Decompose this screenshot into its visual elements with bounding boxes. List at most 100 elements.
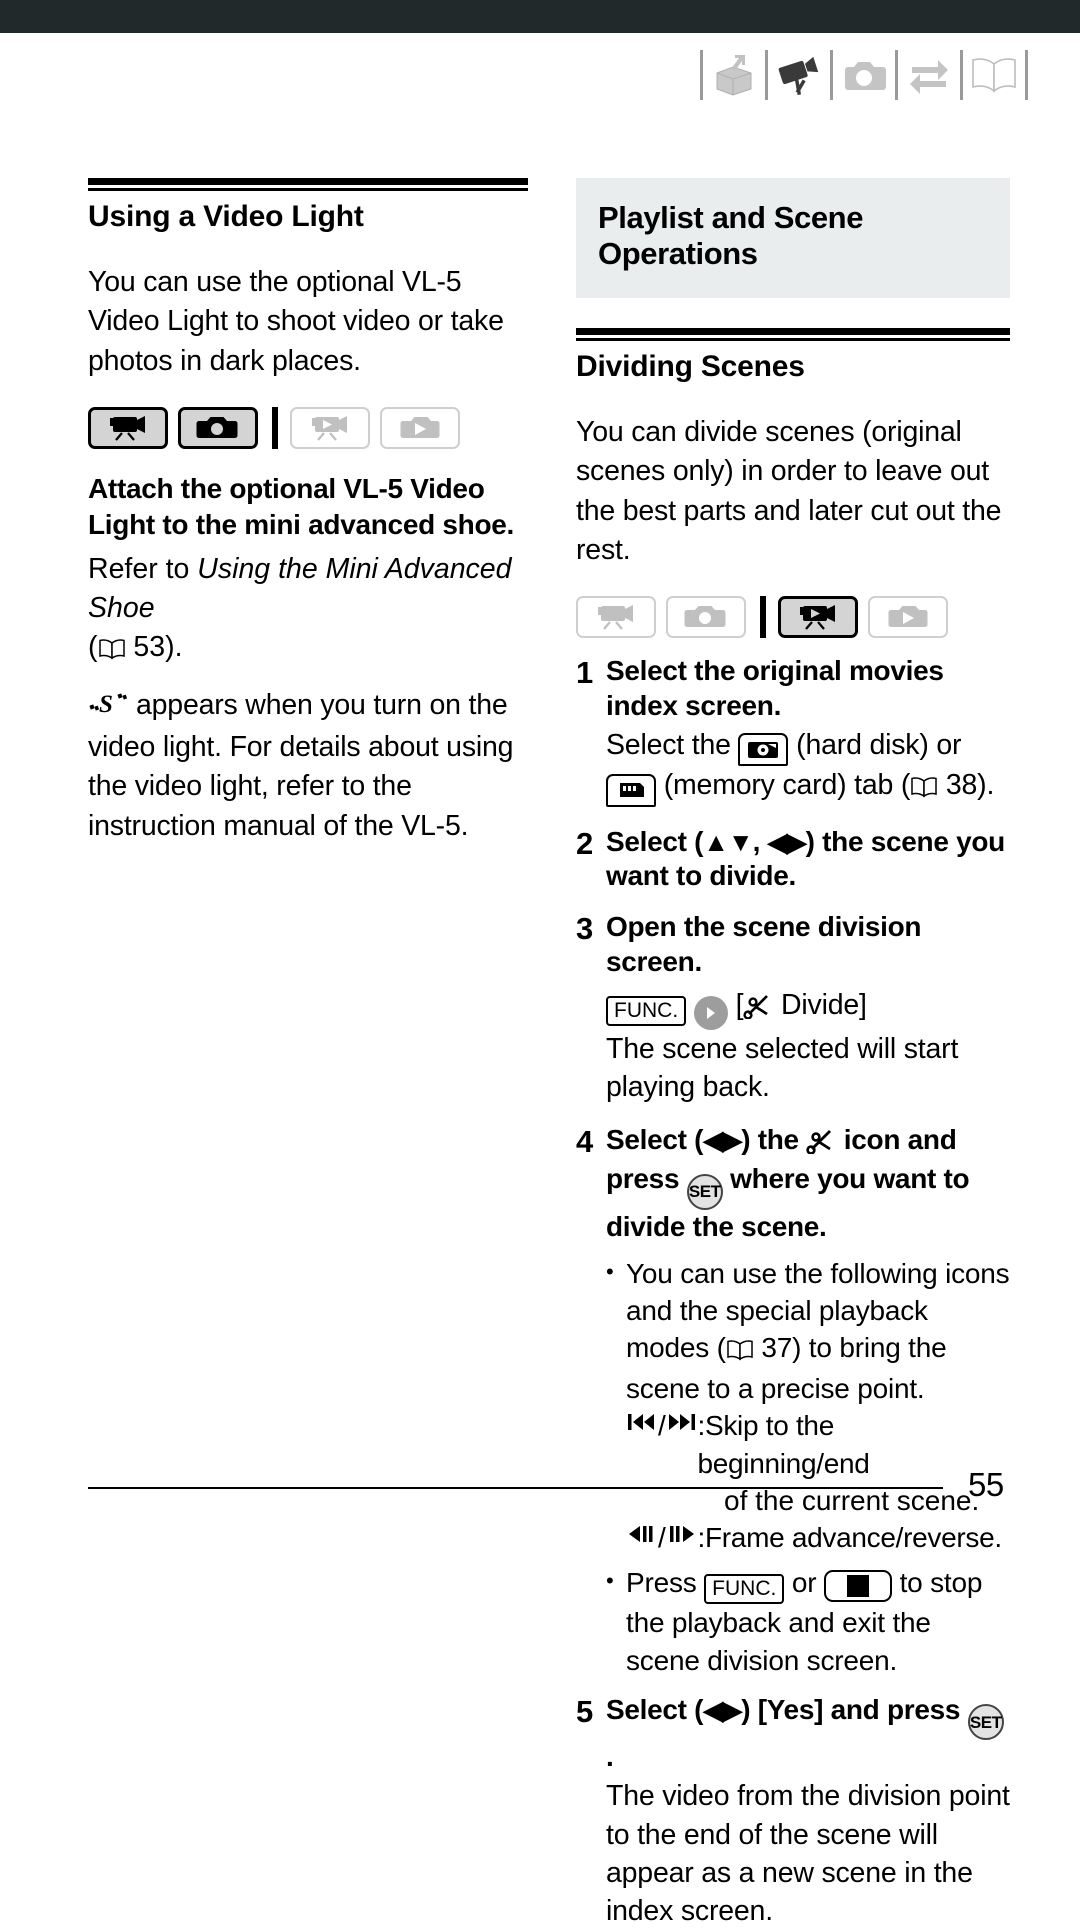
step-5-body: The video from the division point to the… xyxy=(606,1780,1010,1928)
scissors-divide-icon xyxy=(743,991,773,1029)
separator xyxy=(1025,50,1028,100)
step-1-body-part1: Select the xyxy=(606,728,739,761)
bullet-2-part2: or xyxy=(784,1567,824,1599)
step-3-command: FUNC. [ Divide] xyxy=(606,986,1010,1030)
step-title: Select (◀▶) [Yes] and press SET. xyxy=(606,1693,1010,1775)
step-title: Open the scene division screen. xyxy=(606,911,922,977)
step-2: 2 Select (▲▼, ◀▶) the scene you want to … xyxy=(576,825,1010,894)
right-column: Playlist and Scene Operations Dividing S… xyxy=(576,178,1010,1931)
video-light-note: S appears when you turn on the video lig… xyxy=(88,686,528,846)
skip-forward-icon xyxy=(667,1407,697,1481)
step-1-body-part2: (hard disk) or xyxy=(788,728,962,761)
step-number: 4 xyxy=(576,1123,594,1159)
slash-2: / xyxy=(658,1522,666,1554)
page-number: 55 xyxy=(968,1466,1004,1503)
frame-reverse-icon xyxy=(626,1519,656,1556)
step-4-part2: ) the xyxy=(741,1123,807,1155)
skip-back-icon xyxy=(626,1407,656,1481)
step-2-part1: Select ( xyxy=(606,825,704,857)
photo-playback-mode-icon xyxy=(868,596,948,639)
step-1-body: Select the (hard disk) or (memory card) … xyxy=(606,726,1010,809)
stop-square-icon xyxy=(846,1575,869,1598)
page-title: Using a Video Light xyxy=(88,200,364,233)
camcorder-icon xyxy=(768,47,830,103)
skip-control-line: / :Skip to the beginning/end xyxy=(626,1407,1010,1481)
bullet-1-page-number: 37 xyxy=(761,1331,793,1363)
func-button[interactable]: FUNC. xyxy=(704,1574,785,1605)
func-button[interactable]: FUNC. xyxy=(606,995,687,1026)
step-1: 1 Select the original movies index scree… xyxy=(576,654,1010,723)
movie-playback-mode-icon xyxy=(290,406,370,449)
top-black-bar xyxy=(0,0,1080,33)
section-title: Dividing Scenes xyxy=(576,350,805,383)
refer-page-number: 53 xyxy=(133,631,166,664)
divide-label: Divide xyxy=(781,988,860,1021)
step-4: 4 Select (◀▶) the icon and press SET whe… xyxy=(576,1123,1010,1245)
step-5: 5 Select (◀▶) [Yes] and press SET. xyxy=(576,1693,1010,1775)
left-right-arrows-icon: ◀▶ xyxy=(703,1694,742,1725)
refer-open-paren: ( xyxy=(88,631,98,664)
stop-button[interactable] xyxy=(823,1570,892,1603)
refer-close: ). xyxy=(165,631,183,664)
step-1-body-part3: (memory card) tab ( xyxy=(656,769,911,802)
mode-icon-row xyxy=(576,596,1010,639)
unpacking-box-icon xyxy=(703,47,765,103)
bullet-2-part1: Press xyxy=(626,1567,705,1599)
mode-divider xyxy=(272,406,278,449)
bracket-close: ] xyxy=(859,988,867,1021)
intro-paragraph: You can divide scenes (original scenes o… xyxy=(576,416,1002,566)
movie-record-mode-icon xyxy=(576,596,656,639)
bracket-open: [ xyxy=(735,988,744,1021)
notes-list: • You can use the following icons and th… xyxy=(606,1255,1010,1679)
frame-control-line: / :Frame advance/reverse. xyxy=(626,1519,1010,1556)
refer-line: Refer to Using the Mini Advanced Shoe ( … xyxy=(88,550,528,672)
list-item: • Press FUNC. or to stop the playback an… xyxy=(606,1564,1010,1678)
step-5-part2: ) [Yes] and press xyxy=(741,1693,968,1725)
step-number: 2 xyxy=(576,825,594,861)
left-right-arrows-icon: ◀▶ xyxy=(703,1124,742,1155)
photo-record-mode-icon xyxy=(666,596,746,639)
step-5-part1: Select ( xyxy=(606,1693,704,1725)
left-column: Using a Video Light You can use the opti… xyxy=(88,178,528,846)
list-item: • You can use the following icons and th… xyxy=(606,1255,1010,1408)
intro-paragraph: You can use the optional VL-5 Video Ligh… xyxy=(88,266,504,377)
frame-label: :Frame advance/reverse. xyxy=(697,1522,1002,1554)
footer-rule xyxy=(88,1487,943,1489)
hard-disk-tab-icon xyxy=(738,733,789,767)
photo-record-mode-icon xyxy=(178,406,258,449)
mode-icon-row xyxy=(88,406,528,449)
video-light-symbol-icon: S xyxy=(88,689,136,728)
bullet-dot: • xyxy=(606,1258,614,1284)
slash-1: / xyxy=(658,1410,666,1442)
step-title: Select (◀▶) the icon and press SET where… xyxy=(606,1123,1010,1245)
header-icon-strip xyxy=(700,44,1028,106)
step-title: Select the original movies index screen. xyxy=(606,655,944,722)
movie-record-mode-icon xyxy=(88,406,168,449)
set-button[interactable]: SET xyxy=(686,1173,723,1210)
mode-divider xyxy=(760,596,766,639)
book-reference-icon xyxy=(726,1333,754,1370)
bullet-dot: • xyxy=(606,1568,614,1594)
step-1-body-part4: ). xyxy=(977,769,995,802)
chapter-banner: Playlist and Scene Operations xyxy=(576,178,1010,298)
heading-rule-thin xyxy=(576,338,1010,341)
frame-advance-icon xyxy=(667,1519,697,1556)
step-title: Select (▲▼, ◀▶) the scene you want to di… xyxy=(606,825,1010,894)
heading-rule-thin xyxy=(88,188,528,191)
step-number: 1 xyxy=(576,655,594,691)
step-4-part1: Select ( xyxy=(606,1123,704,1155)
step-1-page-number: 38 xyxy=(945,769,978,802)
movie-playback-mode-icon xyxy=(778,596,858,639)
video-light-note-text: appears when you turn on the video light… xyxy=(88,688,514,842)
left-right-arrows-icon: ◀▶ xyxy=(767,826,807,857)
bullet-text: You can use the following icons and the … xyxy=(626,1255,1010,1408)
step-5-part3: . xyxy=(606,1741,614,1773)
set-button[interactable]: SET xyxy=(967,1704,1004,1741)
scissors-divide-icon xyxy=(806,1126,836,1163)
refer-prefix: Refer to xyxy=(88,552,198,585)
bullet-text: Press FUNC. or to stop the playback and … xyxy=(626,1564,1010,1678)
camera-icon xyxy=(833,47,895,103)
up-down-arrows-icon: ▲▼ xyxy=(703,826,753,857)
heading-rule-thick xyxy=(576,328,1010,335)
photo-playback-mode-icon xyxy=(380,406,460,449)
